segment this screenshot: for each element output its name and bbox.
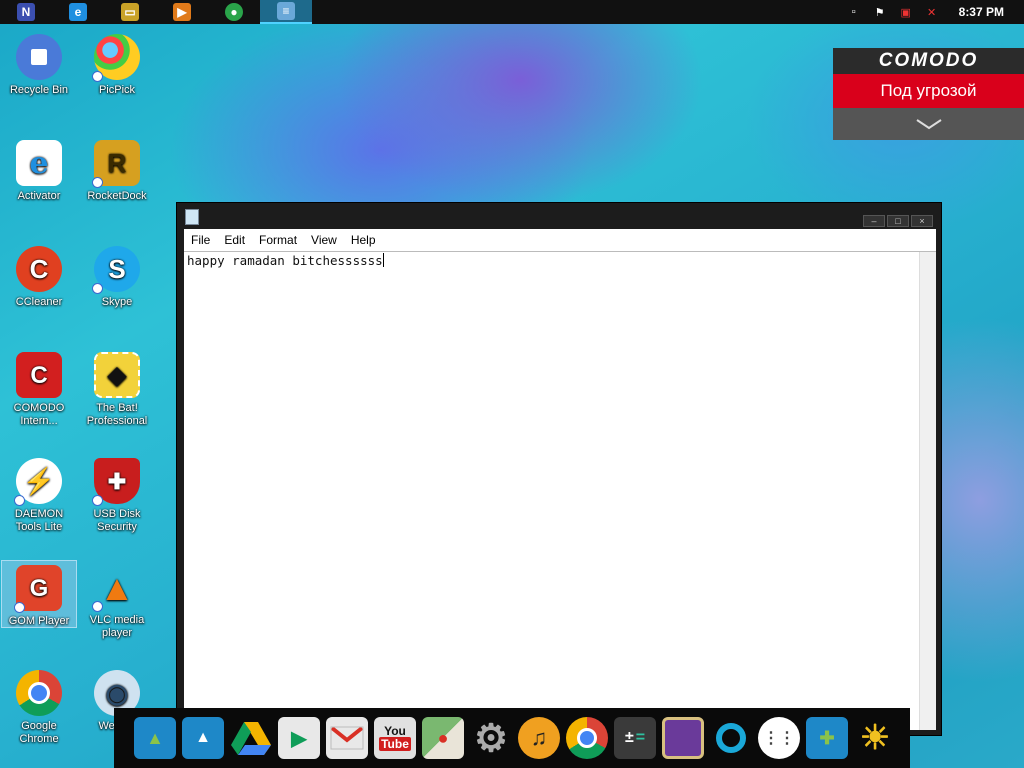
chrome-icon: ● xyxy=(225,3,243,21)
desktop-icon-label: The Bat! Professional xyxy=(86,402,148,427)
desktop-icon-picpick[interactable]: PicPick xyxy=(79,30,155,97)
desktop-icon-google-chrome[interactable]: Google Chrome xyxy=(1,666,77,746)
google-drive-icon[interactable] xyxy=(230,717,272,759)
desktop-icon-label: GOM Player xyxy=(8,615,70,627)
weather-icon[interactable]: ☀ xyxy=(854,717,896,759)
desktop-icon-gom-player[interactable]: G GOM Player xyxy=(1,560,77,628)
the-bat-icon: ◆ xyxy=(94,352,140,398)
maximize-button[interactable]: □ xyxy=(887,215,909,227)
flag-icon[interactable]: ⚑ xyxy=(873,5,887,19)
desktop-icon-label: CCleaner xyxy=(15,296,63,308)
window-title-bar[interactable]: – □ × xyxy=(177,203,941,229)
desktop-icon-recycle-bin[interactable]: Recycle Bin xyxy=(1,30,77,97)
internet-explorer-icon: e xyxy=(16,140,62,186)
maps-icon[interactable]: ● xyxy=(422,717,464,759)
desktop-icon-label: VLC media player xyxy=(89,614,145,639)
desktop-icon-label: COMODO Intern... xyxy=(13,402,65,427)
play-store-icon[interactable]: ▶ xyxy=(278,717,320,759)
comodo-status[interactable]: Под угрозой xyxy=(833,74,1024,108)
notepad-window: – □ × File Edit Format View Help happy r… xyxy=(176,202,942,736)
desktop-icon-daemon-tools[interactable]: ⚡ DAEMON Tools Lite xyxy=(1,454,77,534)
taskbar-launcher[interactable]: N xyxy=(0,0,52,24)
comodo-icon: C xyxy=(16,352,62,398)
desktop-icon-skype[interactable]: S Skype xyxy=(79,242,155,309)
games-folder-icon[interactable]: ✚ xyxy=(806,717,848,759)
system-tray: ▫ ⚑ ▣ ✕ 8:37 PM xyxy=(847,0,1024,24)
menu-file[interactable]: File xyxy=(184,233,217,247)
notepad-icon: ≡ xyxy=(277,2,295,20)
n-logo-icon: N xyxy=(17,3,35,21)
taskbar-explorer[interactable]: ▭ xyxy=(104,0,156,24)
show-desktop-icon[interactable]: ▫ xyxy=(847,5,861,19)
folder-icon: ▭ xyxy=(121,3,139,21)
desktop-icon-vlc[interactable]: ▲ VLC media player xyxy=(79,560,155,640)
close-button[interactable]: × xyxy=(911,215,933,227)
headphones-icon[interactable]: ♫ xyxy=(518,717,560,759)
menu-edit[interactable]: Edit xyxy=(217,233,252,247)
gom-player-icon: G xyxy=(14,565,62,613)
taskbar-ie[interactable]: e xyxy=(52,0,104,24)
desktop-icon-the-bat[interactable]: ◆ The Bat! Professional xyxy=(79,348,155,428)
notepad-icon xyxy=(185,209,199,225)
gmail-icon[interactable] xyxy=(326,717,368,759)
vlc-icon: ▲ xyxy=(92,564,140,612)
comodo-widget[interactable]: COMODO Под угрозой xyxy=(833,48,1024,140)
desktop-icon-rocketdock[interactable]: R RocketDock xyxy=(79,136,155,203)
ccleaner-icon: C xyxy=(16,246,62,292)
skype-icon: S xyxy=(92,246,140,294)
chrome-icon xyxy=(16,670,62,716)
editor-content: happy ramadan bitchessssss xyxy=(187,253,383,268)
comodo-brand: COMODO xyxy=(833,48,1024,74)
menu-format[interactable]: Format xyxy=(252,233,304,247)
daemon-tools-icon: ⚡ xyxy=(14,458,62,506)
app-drawer-icon[interactable]: ⋮⋮ xyxy=(758,717,800,759)
gear-icon[interactable]: ⚙ xyxy=(470,717,512,760)
desktop-icon-activator[interactable]: e Activator xyxy=(1,136,77,203)
menu-bar: File Edit Format View Help xyxy=(184,229,936,251)
chrome-icon[interactable] xyxy=(566,717,608,759)
desktop-icon-label: DAEMON Tools Lite xyxy=(14,508,64,533)
recycle-bin-icon xyxy=(16,34,62,80)
clock[interactable]: 8:37 PM xyxy=(959,5,1004,19)
folder-icon[interactable]: ▲ xyxy=(134,717,176,759)
desktop-icon-ccleaner[interactable]: C CCleaner xyxy=(1,242,77,309)
calculator-icon[interactable]: ± = xyxy=(614,717,656,759)
media-player-icon: ▶ xyxy=(173,3,191,21)
taskbar-chrome[interactable]: ● xyxy=(208,0,260,24)
menu-help[interactable]: Help xyxy=(344,233,383,247)
youtube-icon[interactable]: You Tube xyxy=(374,717,416,759)
desktop-icon-comodo[interactable]: C COMODO Intern... xyxy=(1,348,77,428)
minimize-button[interactable]: – xyxy=(863,215,885,227)
vertical-scrollbar[interactable] xyxy=(919,252,936,730)
bottom-dock: ▲ ▲ ▶ You Tube ● ⚙ ♫ ± = ⋮⋮ ✚ ☀ xyxy=(114,708,910,768)
chevron-down-icon[interactable] xyxy=(833,108,1024,140)
desktop-icon-label: Skype xyxy=(101,296,133,308)
picpick-icon xyxy=(92,34,140,82)
gallery-icon[interactable] xyxy=(662,717,704,759)
folder-drive-icon[interactable]: ▲ xyxy=(182,717,224,759)
taskbar-notepad[interactable]: ≡ xyxy=(260,0,312,24)
text-editor[interactable]: happy ramadan bitchessssss xyxy=(184,251,936,730)
desktop-icon-label: Google Chrome xyxy=(19,720,59,745)
top-taskbar: N e ▭ ▶ ● ≡ ▫ ⚑ ▣ ✕ 8:37 PM xyxy=(0,0,1024,24)
desktop-icon-label: RocketDock xyxy=(87,190,147,202)
volume-muted-icon[interactable]: ✕ xyxy=(925,5,939,19)
internet-explorer-icon: e xyxy=(69,3,87,21)
desktop-icon-label: USB Disk Security xyxy=(93,508,141,533)
desktop-icon-usb-disk-security[interactable]: ✚ USB Disk Security xyxy=(79,454,155,534)
network-icon[interactable]: ▣ xyxy=(899,5,913,19)
usb-disk-security-icon: ✚ xyxy=(92,458,140,506)
menu-view[interactable]: View xyxy=(304,233,344,247)
desktop-icon-label: PicPick xyxy=(98,84,136,96)
rocketdock-icon: R xyxy=(92,140,140,188)
text-caret xyxy=(382,253,384,267)
chat-icon[interactable] xyxy=(710,717,752,759)
desktop-icon-label: Recycle Bin xyxy=(9,84,69,96)
desktop-icon-label: Activator xyxy=(17,190,61,202)
taskbar-player[interactable]: ▶ xyxy=(156,0,208,24)
